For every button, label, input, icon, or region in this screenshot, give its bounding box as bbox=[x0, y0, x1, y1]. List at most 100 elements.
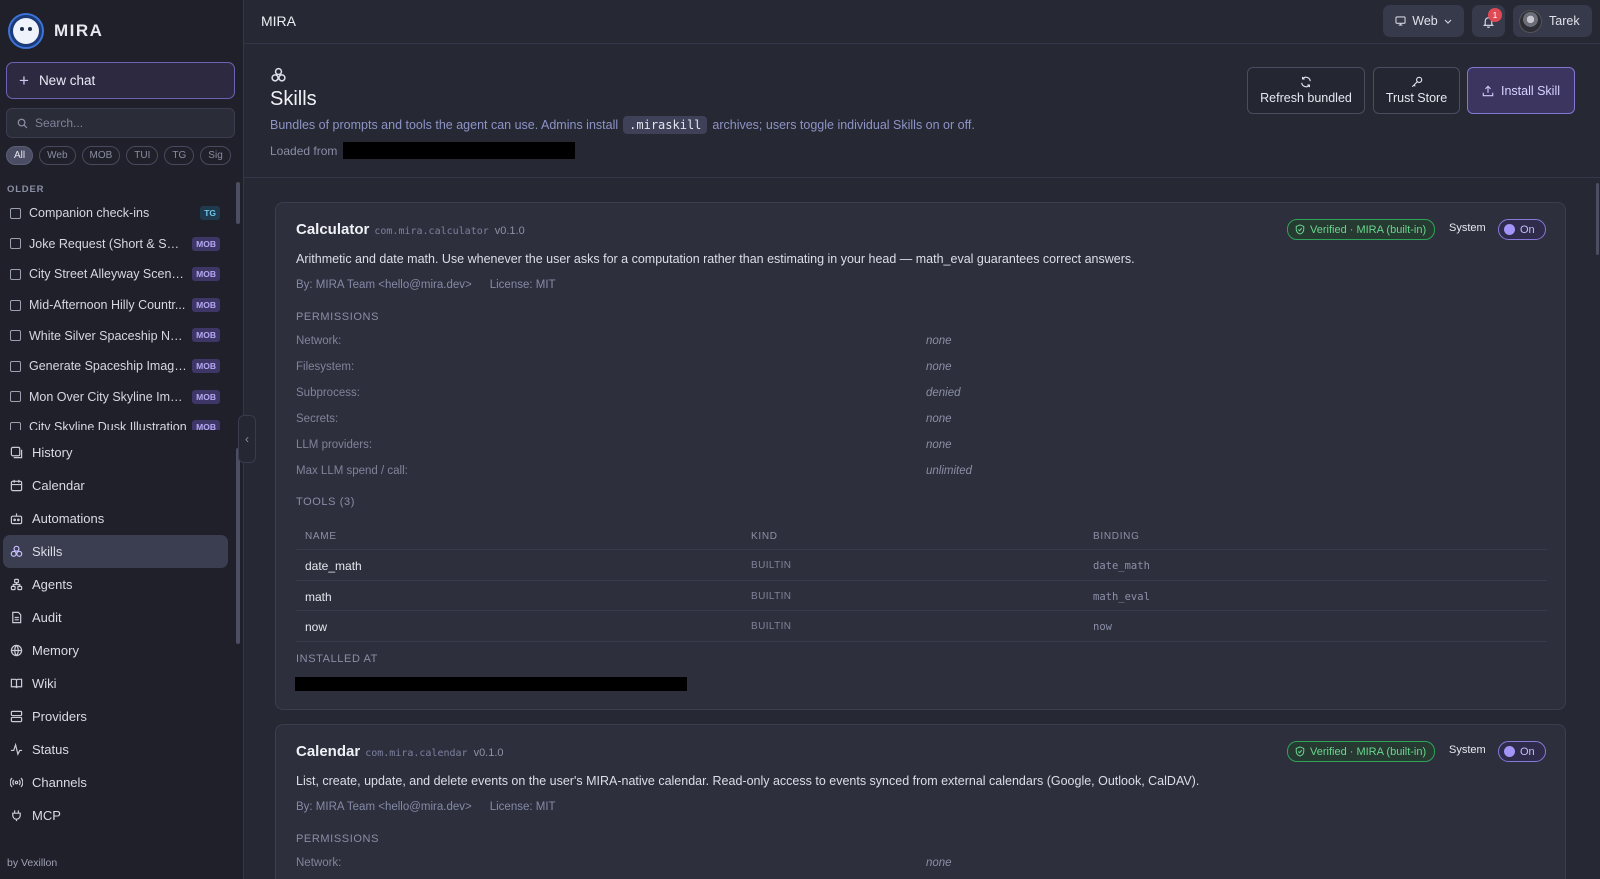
refresh-icon bbox=[1301, 76, 1311, 88]
nav-item-memory[interactable]: Memory bbox=[3, 634, 228, 667]
nav-item-status[interactable]: Status bbox=[3, 733, 228, 766]
verified-label: Verified · MIRA (built-in) bbox=[1310, 745, 1427, 758]
filter-all[interactable]: All bbox=[6, 146, 34, 165]
trust-store-button[interactable]: Trust Store bbox=[1373, 67, 1460, 114]
chevron-down-icon bbox=[1444, 19, 1452, 24]
install-skill-button[interactable]: Install Skill bbox=[1467, 67, 1575, 114]
skill-toggle[interactable]: On bbox=[1498, 219, 1546, 240]
page-header: Skills Bundles of prompts and tools the … bbox=[244, 45, 1600, 178]
column-header: BINDING bbox=[1093, 531, 1140, 542]
chat-icon bbox=[10, 421, 21, 430]
channel-tag: MOB bbox=[192, 297, 220, 312]
chat-item[interactable]: White Silver Spaceship Near... MOB bbox=[0, 320, 232, 351]
environment-selector[interactable]: Web bbox=[1383, 5, 1464, 37]
shield-check-icon bbox=[1295, 224, 1305, 235]
tool-binding: now bbox=[1093, 621, 1112, 633]
nav-label: Audit bbox=[32, 610, 62, 625]
chat-item[interactable]: Generate Spaceship Image i... MOB bbox=[0, 351, 232, 382]
description-text: archives; users toggle individual Skills… bbox=[712, 118, 975, 132]
chat-icon bbox=[10, 330, 21, 342]
nav-scrollbar[interactable] bbox=[236, 448, 240, 644]
main-scrollbar[interactable] bbox=[1596, 183, 1599, 255]
permission-row: Filesystem: none bbox=[296, 361, 1547, 373]
notifications-button[interactable]: 1 bbox=[1472, 5, 1505, 37]
nav-item-history[interactable]: History bbox=[3, 436, 228, 469]
trust-store-label: Trust Store bbox=[1385, 91, 1448, 105]
filter-tg[interactable]: TG bbox=[164, 146, 195, 165]
nav-item-channels[interactable]: Channels bbox=[3, 766, 228, 799]
chat-item[interactable]: City Street Alleyway Scene (... MOB bbox=[0, 259, 232, 290]
chat-title: Joke Request (Short & Sweet) bbox=[29, 236, 187, 251]
permission-row: Subprocess: denied bbox=[296, 387, 1547, 399]
chat-list-scrollbar[interactable] bbox=[236, 182, 240, 224]
skill-license: License: MIT bbox=[489, 279, 556, 291]
table-row: date_math BUILTIN date_math bbox=[296, 550, 1547, 581]
tool-kind: BUILTIN bbox=[751, 560, 792, 571]
search-input[interactable] bbox=[35, 116, 215, 130]
sidebar-collapse-button[interactable]: ‹ bbox=[238, 415, 256, 463]
skill-name-row: Calculator com.mira.calculator v0.1.0 bbox=[296, 221, 525, 238]
filter-web[interactable]: Web bbox=[39, 146, 76, 165]
avatar bbox=[1519, 9, 1542, 33]
nav-item-mcp[interactable]: MCP bbox=[3, 799, 228, 832]
calendar-icon bbox=[10, 479, 23, 492]
chat-item[interactable]: Mid-Afternoon Hilly Countr... MOB bbox=[0, 290, 232, 321]
chat-list: Companion check-ins TG Joke Request (Shor… bbox=[0, 198, 232, 430]
chat-item[interactable]: Companion check-ins TG bbox=[0, 198, 232, 229]
mira-logo-icon bbox=[8, 13, 44, 49]
table-row: math BUILTIN math_eval bbox=[296, 581, 1547, 611]
skill-version: v0.1.0 bbox=[494, 225, 525, 237]
user-menu-button[interactable]: Tarek bbox=[1513, 5, 1592, 37]
chat-title: City Skyline Dusk Illustration bbox=[29, 420, 187, 430]
skill-meta: By: MIRA Team <hello@mira.dev> License: … bbox=[296, 279, 556, 291]
permission-value: none bbox=[926, 857, 952, 869]
permission-key: Secrets: bbox=[296, 413, 339, 425]
skill-name-row: Calendar com.mira.calendar v0.1.0 bbox=[296, 743, 504, 760]
toggle-knob bbox=[1504, 746, 1515, 757]
nav-item-calendar[interactable]: Calendar bbox=[3, 469, 228, 502]
skill-toggle[interactable]: On bbox=[1498, 741, 1546, 762]
skills-icon bbox=[271, 67, 286, 82]
column-header: KIND bbox=[751, 531, 778, 542]
plus-icon: + bbox=[19, 70, 29, 90]
nav-item-providers[interactable]: Providers bbox=[3, 700, 228, 733]
agents-icon bbox=[10, 578, 23, 591]
refresh-bundled-button[interactable]: Refresh bundled bbox=[1247, 67, 1365, 114]
channel-tag: TG bbox=[200, 206, 220, 220]
filter-sig[interactable]: Sig bbox=[200, 146, 231, 165]
new-chat-button[interactable]: + New chat bbox=[6, 62, 235, 99]
skill-id: com.mira.calendar bbox=[365, 748, 468, 759]
nav-item-agents[interactable]: Agents bbox=[3, 568, 228, 601]
chat-item[interactable]: Joke Request (Short & Sweet) MOB bbox=[0, 229, 232, 260]
permission-key: Filesystem: bbox=[296, 361, 355, 373]
table-row: now BUILTIN now bbox=[296, 611, 1547, 642]
chat-item[interactable]: City Skyline Dusk Illustration MOB bbox=[0, 412, 232, 430]
monitor-icon bbox=[1395, 16, 1406, 26]
file-extension-code: .miraskill bbox=[623, 116, 708, 134]
channel-tag: MOB bbox=[192, 236, 220, 251]
nav-label: Agents bbox=[32, 577, 73, 592]
brand[interactable]: MIRA bbox=[8, 13, 103, 49]
chat-icon bbox=[10, 360, 21, 372]
system-label: System bbox=[1449, 744, 1486, 756]
skill-card-calculator: Calculator com.mira.calculator v0.1.0 Veri… bbox=[275, 202, 1566, 710]
table-header: NAME KIND BINDING bbox=[296, 522, 1547, 550]
skills-icon bbox=[10, 545, 23, 558]
redacted-install-path bbox=[295, 677, 687, 691]
filter-tui[interactable]: TUI bbox=[126, 146, 159, 165]
nav-item-skills[interactable]: Skills bbox=[3, 535, 228, 568]
filter-mob[interactable]: MOB bbox=[81, 146, 121, 165]
main-nav: History Calendar Automations Skills Agen… bbox=[3, 436, 228, 832]
skill-description: Arithmetic and date math. Use whenever t… bbox=[296, 252, 1135, 266]
verified-label: Verified · MIRA (built-in) bbox=[1310, 223, 1427, 236]
notification-count-badge: 1 bbox=[1488, 8, 1502, 22]
chat-icon bbox=[10, 299, 21, 311]
nav-item-audit[interactable]: Audit bbox=[3, 601, 228, 634]
nav-item-wiki[interactable]: Wiki bbox=[3, 667, 228, 700]
search-box[interactable] bbox=[6, 108, 235, 138]
nav-item-automations[interactable]: Automations bbox=[3, 502, 228, 535]
tool-kind: BUILTIN bbox=[751, 590, 792, 602]
user-name: Tarek bbox=[1549, 14, 1580, 28]
chat-item[interactable]: Mon Over City Skyline Imag... MOB bbox=[0, 382, 232, 413]
nav-label: Providers bbox=[32, 709, 87, 724]
